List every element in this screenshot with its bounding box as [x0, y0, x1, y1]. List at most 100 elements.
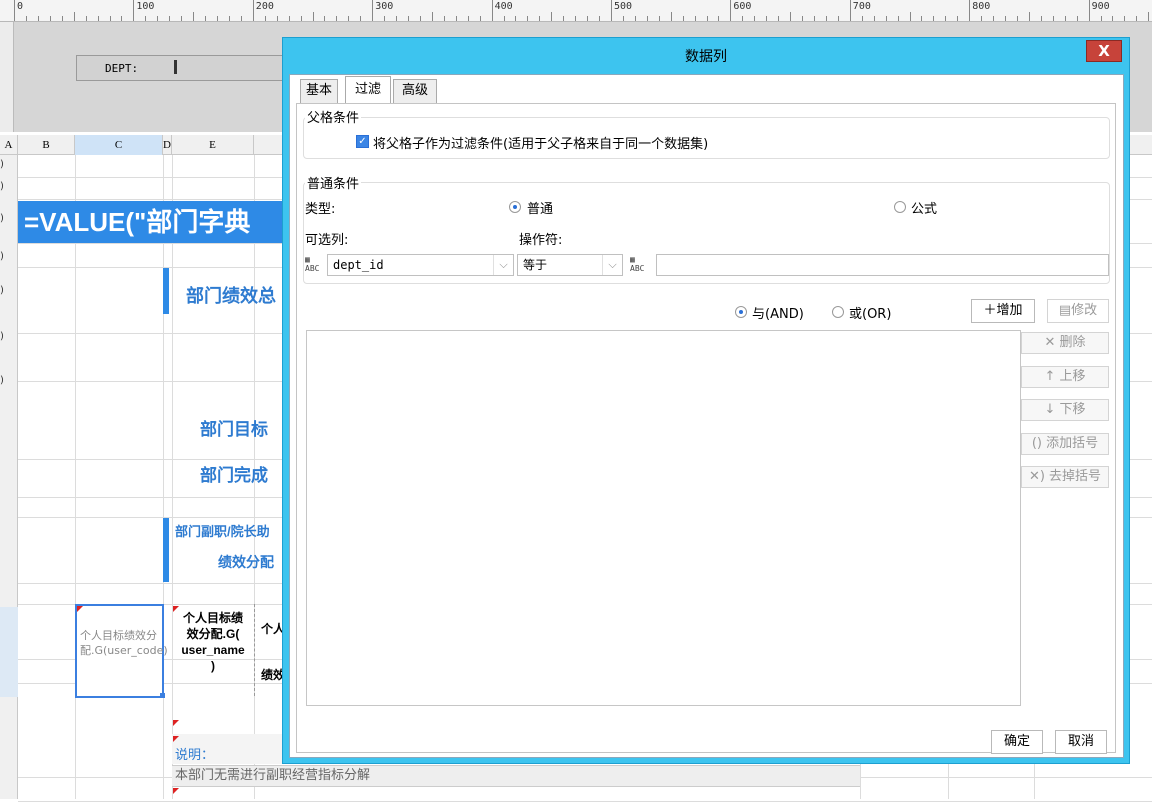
row-header[interactable]: ) — [0, 331, 18, 342]
cell-marker — [173, 788, 179, 794]
cell-line: ) — [211, 659, 215, 673]
personal-target-cell[interactable]: 个人目标绩 效分配.G( user_name ) — [172, 604, 254, 696]
tab-advanced[interactable]: 高级 — [393, 79, 437, 103]
ruler-minor-tick — [873, 16, 875, 21]
tab-filter[interactable]: 过滤 — [345, 76, 391, 104]
ruler-minor-tick — [85, 16, 87, 21]
ruler-minor-tick — [778, 16, 780, 21]
operator-label: 操作符: — [519, 233, 563, 248]
row-header[interactable]: ) — [0, 285, 18, 296]
ruler-minor-tick — [1040, 16, 1042, 21]
type-formula-radio[interactable] — [894, 201, 906, 213]
ruler-minor-tick — [1112, 16, 1114, 21]
ruler-minor-tick — [825, 16, 827, 21]
column-header-e[interactable]: E — [172, 135, 254, 155]
column-select[interactable]: dept_id ⌵ — [327, 254, 514, 276]
cell-line: 效分配.G( — [186, 627, 240, 641]
cancel-button[interactable]: 取消 — [1055, 730, 1107, 754]
type-formula-label: 公式 — [911, 202, 938, 217]
row-header[interactable]: ) — [0, 181, 18, 192]
delete-button-label: 删除 — [1059, 335, 1086, 350]
ruler-minor-tick — [49, 16, 51, 21]
ruler-minor-tick — [921, 16, 923, 21]
ruler-minor-tick — [181, 16, 183, 21]
close-button[interactable]: X — [1086, 40, 1122, 62]
ruler-minor-tick — [455, 16, 457, 21]
modify-button[interactable]: ▤修改 — [1047, 299, 1109, 323]
ruler-label: 200 — [255, 1, 274, 12]
ruler-minor-tick — [37, 16, 39, 21]
cell-marker — [173, 606, 179, 612]
row-header-selected[interactable] — [0, 607, 18, 697]
value-input[interactable] — [656, 254, 1109, 276]
tab-basic[interactable]: 基本 — [300, 79, 338, 103]
ruler-minor-tick — [861, 16, 863, 21]
ok-button[interactable]: 确定 — [991, 730, 1043, 754]
ruler-major-tick — [133, 0, 135, 21]
type-normal-radio[interactable] — [509, 201, 521, 213]
vice-header: 部门副职/院长助 — [175, 524, 270, 539]
parent-filter-label: 将父格子作为过滤条件(适用于父子格来自于同一个数据集) — [373, 137, 709, 152]
ruler-minor-tick — [479, 16, 481, 21]
move-up-button[interactable]: ↑ 上移 — [1021, 366, 1109, 388]
add-button[interactable]: ＋增加 — [971, 299, 1035, 323]
column-header-a[interactable]: A — [0, 135, 18, 155]
ruler-minor-tick — [551, 12, 553, 21]
abc-value-icon[interactable]: ▦ ABC — [630, 255, 648, 273]
add-button-label: 增加 — [996, 303, 1023, 318]
move-up-button-label: 上移 — [1059, 369, 1086, 384]
or-radio[interactable] — [832, 306, 844, 318]
row-header[interactable]: ) — [0, 159, 18, 170]
operator-select[interactable]: 等于 ⌵ — [517, 254, 623, 276]
formula-cell[interactable]: =VALUE("部门字典 — [18, 201, 288, 243]
ruler-minor-tick — [264, 16, 266, 21]
abc-field-icon: ▦ ABC — [305, 255, 320, 273]
ruler-minor-tick — [240, 16, 242, 21]
ruler-minor-tick — [1028, 12, 1030, 21]
ruler-label: 700 — [852, 1, 871, 12]
ruler-minor-tick — [933, 16, 935, 21]
column-header-b[interactable]: B — [18, 135, 75, 155]
delete-button[interactable]: ✕ 删除 — [1021, 332, 1109, 354]
ruler-major-tick — [372, 0, 374, 21]
selected-cell[interactable]: 个人目标绩效分配.G(user_code) — [75, 604, 168, 698]
ruler-major-tick — [252, 0, 254, 21]
ruler-label: 500 — [614, 1, 633, 12]
condition-list[interactable] — [306, 330, 1021, 706]
column-header-d[interactable]: D — [163, 135, 172, 155]
note-text-cell[interactable]: 本部门无需进行副职经营指标分解 — [172, 765, 860, 787]
ruler-minor-tick — [754, 16, 756, 21]
ruler-minor-tick — [957, 16, 959, 21]
row-header[interactable]: ) — [0, 213, 18, 224]
ruler-minor-tick — [109, 16, 111, 21]
ruler-minor-tick — [443, 16, 445, 21]
text-cursor — [174, 60, 177, 74]
row-header[interactable]: ) — [0, 251, 18, 262]
ruler-major-tick — [849, 0, 851, 21]
fill-handle[interactable] — [160, 693, 165, 698]
column-header-c[interactable]: C — [75, 135, 163, 155]
ruler-minor-tick — [228, 16, 230, 21]
or-label: 或(OR) — [849, 307, 892, 322]
ruler-label: 400 — [494, 1, 513, 12]
remove-bracket-icon: ✕) — [1028, 469, 1050, 484]
remove-bracket-button[interactable]: ✕) 去掉括号 — [1021, 466, 1109, 488]
note-label: 说明： — [175, 748, 215, 763]
row-header[interactable]: ) — [0, 375, 18, 386]
type-normal-label: 普通 — [527, 202, 554, 217]
bracket-icon: () — [1031, 436, 1047, 451]
ruler-minor-tick — [634, 16, 636, 21]
ruler-minor-tick — [288, 16, 290, 21]
ruler-minor-tick — [945, 16, 947, 21]
ruler-minor-tick — [61, 16, 63, 21]
edit-icon: ▤ — [1058, 303, 1072, 318]
move-down-button[interactable]: ↓ 下移 — [1021, 399, 1109, 421]
parent-filter-checkbox[interactable]: ✓ — [356, 135, 369, 148]
and-radio[interactable] — [735, 306, 747, 318]
add-bracket-button[interactable]: () 添加括号 — [1021, 433, 1109, 455]
ruler-minor-tick — [622, 16, 624, 21]
ruler-minor-tick — [467, 16, 469, 21]
ruler-minor-tick — [813, 16, 815, 21]
ruler-minor-tick — [157, 16, 159, 21]
dialog-title: 数据列 — [685, 49, 727, 65]
